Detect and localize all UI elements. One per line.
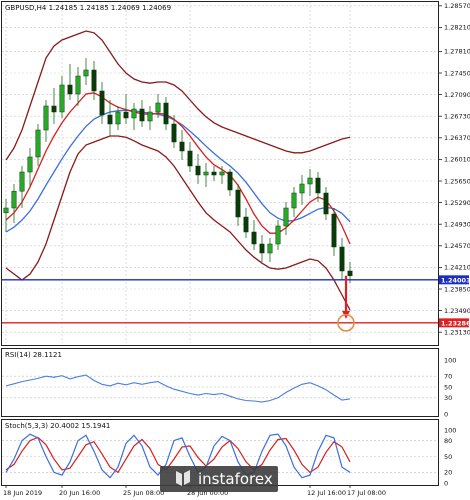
stoch-tick-label: 50 bbox=[444, 453, 452, 461]
candle-body bbox=[275, 225, 281, 245]
price-tick-label: 1.26370 bbox=[444, 134, 470, 142]
candle-body bbox=[227, 171, 233, 191]
rsi-tick-label: 70 bbox=[444, 373, 452, 381]
price-tick-label: 1.23850 bbox=[444, 285, 470, 293]
rsi-tick-label: 100 bbox=[444, 356, 456, 364]
candle-body bbox=[67, 84, 73, 95]
candle-body bbox=[147, 111, 153, 122]
candle-body bbox=[331, 213, 337, 248]
stoch-tick-label: 0 bbox=[444, 479, 448, 487]
candle-body bbox=[323, 192, 329, 215]
candle-body bbox=[43, 105, 49, 131]
candle-body bbox=[131, 108, 137, 119]
candle-body bbox=[251, 231, 257, 245]
time-tick-label: 12 Jul 16:00 bbox=[307, 489, 346, 497]
candle-body bbox=[91, 69, 97, 92]
price-tick-label: 1.27810 bbox=[444, 48, 470, 56]
candle-body bbox=[235, 189, 241, 218]
candle-body bbox=[299, 183, 305, 194]
candle-body bbox=[155, 102, 161, 113]
price-tick-label: 1.24570 bbox=[444, 242, 470, 250]
price-tick-label: 1.27090 bbox=[444, 91, 470, 99]
candle-body bbox=[83, 69, 89, 77]
price-tick-label: 1.23130 bbox=[444, 329, 470, 337]
candle-body bbox=[219, 171, 225, 176]
candle-body bbox=[267, 243, 273, 254]
rsi-tick-label: 0 bbox=[444, 410, 448, 418]
price-tick-label: 1.25290 bbox=[444, 199, 470, 207]
candle-body bbox=[3, 207, 9, 214]
stoch-tick-label: 80 bbox=[444, 437, 452, 445]
rsi-tick-label: 50 bbox=[444, 383, 452, 391]
candle-body bbox=[347, 270, 353, 277]
candle-body bbox=[283, 207, 289, 227]
main-title: GBPUSD,H4 1.24185 1.24185 1.24069 1.2406… bbox=[5, 4, 171, 12]
candle-body bbox=[307, 177, 313, 185]
price-tick-label: 1.26010 bbox=[444, 156, 470, 164]
candle-body bbox=[339, 246, 345, 272]
time-tick-label: 17 Jul 08:00 bbox=[347, 489, 386, 497]
rsi-axis: 100 70 50 30 0 bbox=[444, 356, 456, 418]
candle-body bbox=[243, 216, 249, 233]
price-axis: 1.28570 1.28210 1.27810 1.27450 1.27090 1.267… bbox=[438, 2, 470, 337]
forex-chart: 1.24003 1.23286 1.28570 1.28210 1.27810 1.27… bbox=[1, 1, 470, 497]
price-tick-label: 1.27450 bbox=[444, 69, 470, 77]
candle-body bbox=[291, 192, 297, 209]
candle-body bbox=[11, 190, 17, 209]
price-tick-label: 1.24210 bbox=[444, 264, 470, 272]
price-tick-label: 1.26730 bbox=[444, 113, 470, 121]
candle-body bbox=[123, 111, 129, 119]
candle-body bbox=[35, 129, 41, 158]
watermark-logo: instaforex bbox=[160, 466, 278, 492]
time-tick-label: 25 Jun 08:00 bbox=[123, 489, 164, 497]
price-tick-label: 1.23490 bbox=[444, 307, 470, 315]
candle-body bbox=[27, 156, 33, 173]
stoch-axis: 100 80 50 20 0 bbox=[444, 426, 456, 487]
candle-body bbox=[171, 123, 177, 143]
rsi-tick-label: 30 bbox=[444, 394, 452, 402]
candle-body bbox=[259, 243, 265, 254]
time-tick-label: 20 Jun 16:00 bbox=[59, 489, 100, 497]
candle-body bbox=[115, 111, 121, 125]
candle-body bbox=[75, 75, 81, 95]
candle-body bbox=[99, 90, 105, 116]
time-tick-label: 18 Jun 2019 bbox=[3, 489, 42, 497]
candle-body bbox=[163, 102, 169, 125]
candle-body bbox=[19, 171, 25, 192]
rsi-title: RSI(14) 28.1121 bbox=[5, 351, 62, 359]
candle-body bbox=[211, 171, 217, 176]
candle-body bbox=[203, 171, 209, 176]
price-tick-label: 1.24930 bbox=[444, 221, 470, 229]
candle-body bbox=[59, 84, 65, 113]
candle-body bbox=[51, 105, 57, 113]
target-price-label: 1.23286 bbox=[441, 319, 470, 327]
candle-body bbox=[195, 165, 201, 176]
current-price-label: 1.24003 bbox=[441, 276, 470, 284]
stoch-title: Stoch(5,3,3) 20.4002 15.1941 bbox=[5, 422, 110, 430]
price-tick-label: 1.25650 bbox=[444, 177, 470, 185]
price-tick-label: 1.28570 bbox=[444, 2, 470, 10]
candle-body bbox=[107, 114, 113, 125]
candle-body bbox=[139, 108, 145, 122]
candle-body bbox=[315, 177, 321, 194]
stoch-tick-label: 100 bbox=[444, 426, 456, 434]
candle-body bbox=[187, 150, 193, 167]
candle-body bbox=[179, 141, 185, 152]
price-tick-label: 1.28210 bbox=[444, 24, 470, 32]
stoch-tick-label: 20 bbox=[444, 469, 452, 477]
rsi-pane bbox=[1, 348, 439, 417]
watermark-text: instaforex bbox=[198, 470, 273, 488]
